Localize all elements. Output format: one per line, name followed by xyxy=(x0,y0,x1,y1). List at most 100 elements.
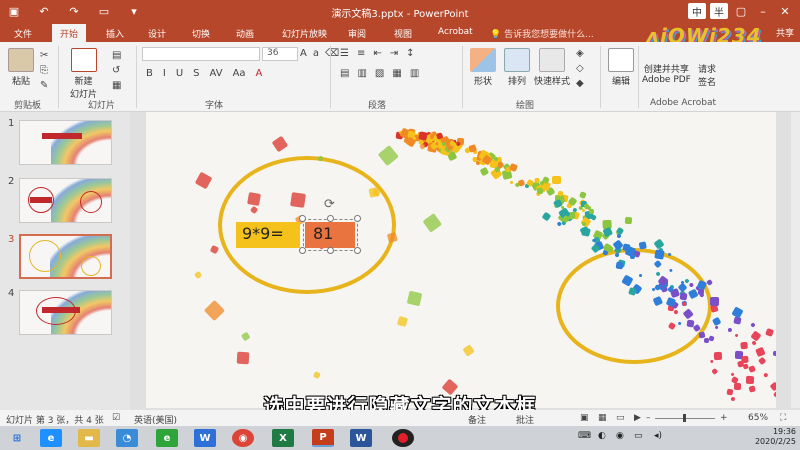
excel-icon[interactable]: X xyxy=(272,429,294,447)
strikethrough-icon[interactable]: S xyxy=(193,68,199,79)
tab-home[interactable]: 开始 xyxy=(52,24,87,42)
decrease-font-icon[interactable]: a xyxy=(313,48,319,59)
resize-handle[interactable] xyxy=(327,247,334,254)
tell-me-search[interactable]: 💡 告诉我您想要做什么... xyxy=(490,27,594,40)
arrange-button[interactable]: 排列 xyxy=(504,48,530,87)
tab-design[interactable]: 设计 xyxy=(140,24,174,42)
bullets-icon[interactable]: ☰ xyxy=(340,48,349,59)
italic-icon[interactable]: I xyxy=(163,68,166,79)
zoom-level[interactable]: 65% xyxy=(748,413,768,423)
edit-button[interactable]: 编辑 xyxy=(608,48,634,87)
tab-review[interactable]: 审阅 xyxy=(340,24,374,42)
layout-icon[interactable]: ▤ xyxy=(112,50,121,61)
columns-icon[interactable]: ▥ xyxy=(410,68,419,79)
resize-handle[interactable] xyxy=(354,247,361,254)
increase-font-icon[interactable]: A xyxy=(300,48,307,59)
clear-format-icon[interactable]: ⌫ xyxy=(325,48,339,59)
tab-file[interactable]: 文件 xyxy=(6,24,40,42)
font-size-box[interactable]: 36 xyxy=(262,47,298,61)
increase-indent-icon[interactable]: ⇥ xyxy=(390,48,398,59)
wps-office-icon[interactable]: W xyxy=(194,429,216,447)
paste-button[interactable]: 粘贴 xyxy=(8,48,34,87)
slide-thumbnail-4[interactable] xyxy=(19,290,112,335)
cut-icon[interactable]: ✂ xyxy=(40,50,48,61)
notes-button[interactable]: 备注 xyxy=(468,413,486,426)
file-explorer-icon[interactable]: ▬ xyxy=(78,429,100,447)
fit-slide-icon[interactable]: ⛶ xyxy=(780,413,786,423)
tab-transitions[interactable]: 切换 xyxy=(184,24,218,42)
share-button[interactable]: 共享 xyxy=(776,26,794,39)
tab-insert[interactable]: 插入 xyxy=(98,24,132,42)
request-signature-button[interactable]: 请求 签名 xyxy=(698,62,716,88)
slide-thumbnail-1[interactable] xyxy=(19,120,112,165)
ie-browser-icon[interactable]: e xyxy=(156,429,178,447)
close-icon[interactable]: ✕ xyxy=(776,3,794,19)
slide-canvas[interactable] xyxy=(146,112,776,408)
format-painter-icon[interactable]: ✎ xyxy=(40,80,48,91)
resize-handle[interactable] xyxy=(299,215,306,222)
ime-half-width-toggle[interactable]: 半 xyxy=(710,3,728,19)
underline-icon[interactable]: U xyxy=(176,68,183,79)
shape-fill-icon[interactable]: ◈ xyxy=(576,48,584,59)
highlight-circle-right[interactable] xyxy=(556,248,712,364)
baidu-netdisk-icon[interactable]: ◔ xyxy=(116,429,138,447)
line-spacing-icon[interactable]: ↕ xyxy=(406,48,414,59)
change-case-icon[interactable]: Aa xyxy=(233,68,246,79)
tab-slideshow[interactable]: 幻灯片放映 xyxy=(274,24,335,42)
vertical-scrollbar[interactable] xyxy=(791,112,800,408)
create-share-pdf-button[interactable]: 创建并共享 Adobe PDF xyxy=(642,62,691,85)
bold-icon[interactable]: B xyxy=(146,68,153,79)
tab-animations[interactable]: 动画 xyxy=(228,24,262,42)
equation-textbox[interactable]: 9*9= xyxy=(236,222,300,248)
normal-view-icon[interactable]: ▣ xyxy=(580,413,589,423)
chrome-icon[interactable]: ◉ xyxy=(232,429,254,447)
slide-thumbnail-3[interactable] xyxy=(19,234,112,279)
qq-icon[interactable]: ◐ xyxy=(598,431,606,441)
rotate-handle-icon[interactable]: ⟳ xyxy=(324,197,335,212)
tab-acrobat[interactable]: Acrobat xyxy=(430,24,481,42)
ime-chinese-toggle[interactable]: 中 xyxy=(688,3,706,19)
slideshow-view-icon[interactable]: ▶ xyxy=(634,413,641,423)
section-icon[interactable]: ▦ xyxy=(112,80,121,91)
tray-app-icon[interactable]: ◉ xyxy=(616,431,624,441)
copy-icon[interactable]: ⎘ xyxy=(40,65,48,76)
ribbon-display-icon[interactable]: ▢ xyxy=(732,3,750,19)
align-center-icon[interactable]: ▥ xyxy=(357,68,366,79)
resize-handle[interactable] xyxy=(354,215,361,222)
shape-effects-icon[interactable]: ◆ xyxy=(576,78,584,89)
volume-icon[interactable]: ◂) xyxy=(654,431,662,441)
zoom-slider-thumb[interactable] xyxy=(683,414,686,422)
screen-recorder-icon[interactable] xyxy=(392,429,414,447)
shape-outline-icon[interactable]: ◇ xyxy=(576,63,584,74)
network-icon[interactable]: ▭ xyxy=(634,431,643,441)
reading-view-icon[interactable]: ▭ xyxy=(616,413,625,423)
zoom-out-icon[interactable]: – xyxy=(646,413,651,423)
zoom-in-icon[interactable]: + xyxy=(720,413,728,423)
language-indicator[interactable]: 英语(美国) xyxy=(134,413,177,426)
align-right-icon[interactable]: ▧ xyxy=(375,68,384,79)
char-spacing-icon[interactable]: AV xyxy=(210,68,223,79)
system-clock[interactable]: 19:36 2020/2/25 xyxy=(755,427,796,447)
justify-icon[interactable]: ▦ xyxy=(392,68,401,79)
font-name-box[interactable] xyxy=(142,47,260,61)
quick-styles-button[interactable]: 快速样式 xyxy=(534,48,570,87)
font-color-icon[interactable]: A xyxy=(256,68,263,79)
reset-icon[interactable]: ↺ xyxy=(112,65,121,76)
start-windows-icon[interactable]: ⊞ xyxy=(6,429,28,447)
tab-view[interactable]: 视图 xyxy=(386,24,420,42)
shape-button[interactable]: 形状 xyxy=(470,48,496,87)
keyboard-icon[interactable]: ⌨ xyxy=(578,431,591,441)
spellcheck-icon[interactable]: ☑ xyxy=(112,413,120,423)
new-slide-button[interactable]: 新建 幻灯片 xyxy=(70,48,97,100)
align-left-icon[interactable]: ▤ xyxy=(340,68,349,79)
resize-handle[interactable] xyxy=(327,215,334,222)
edge-browser-icon[interactable]: e xyxy=(40,429,62,447)
numbering-icon[interactable]: ≡ xyxy=(357,48,365,59)
minimize-icon[interactable]: – xyxy=(754,3,772,19)
powerpoint-icon[interactable]: P xyxy=(312,429,334,447)
comments-button[interactable]: 批注 xyxy=(516,413,534,426)
decrease-indent-icon[interactable]: ⇤ xyxy=(373,48,381,59)
resize-handle[interactable] xyxy=(299,247,306,254)
sorter-view-icon[interactable]: ▦ xyxy=(598,413,607,423)
slide-thumbnail-2[interactable] xyxy=(19,178,112,223)
